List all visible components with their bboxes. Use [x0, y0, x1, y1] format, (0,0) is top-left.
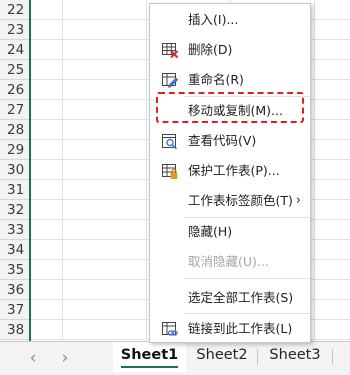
menu-separator — [184, 313, 310, 314]
row-header-24[interactable]: 24 — [0, 40, 31, 60]
menu-item-hide-label: 隐藏(H) — [188, 224, 233, 239]
menu-item-delete[interactable]: 删除(D) — [150, 36, 310, 64]
menu-item-link-to-sheet[interactable]: 链接到此工作表(L) — [150, 315, 310, 343]
tab-sheet3[interactable]: Sheet3 — [260, 342, 330, 372]
row-header-25[interactable]: 25 — [0, 60, 31, 80]
row-header-26[interactable]: 26 — [0, 80, 31, 100]
next-sheet-arrow-icon[interactable]: › — [55, 348, 75, 368]
row-header-23[interactable]: 23 — [0, 20, 31, 40]
menu-item-protect-sheet[interactable]: 保护工作表(P)... — [150, 157, 310, 185]
row-header-35[interactable]: 35 — [0, 260, 31, 280]
menu-item-unhide-label: 取消隐藏(U)... — [188, 254, 269, 269]
tab-sheet1-label: Sheet1 — [120, 347, 179, 363]
menu-item-select-all-sheets-label: 选定全部工作表(S) — [188, 290, 294, 305]
tab-sheet2[interactable]: Sheet2 — [188, 342, 256, 372]
delete-sheet-icon — [161, 41, 179, 59]
menu-item-rename[interactable]: 重命名(R) — [150, 66, 310, 94]
active-tab-underline — [121, 366, 178, 368]
menu-item-link-to-sheet-label: 链接到此工作表(L) — [188, 321, 293, 336]
menu-item-select-all-sheets[interactable]: 选定全部工作表(S) — [150, 284, 310, 312]
row-header-22[interactable]: 22 — [0, 0, 31, 20]
row-header-37[interactable]: 37 — [0, 300, 31, 320]
tab-separator — [257, 349, 258, 365]
row-header-32[interactable]: 32 — [0, 200, 31, 220]
menu-separator — [184, 278, 310, 279]
row-header-36[interactable]: 36 — [0, 280, 31, 300]
submenu-chevron-icon: › — [295, 193, 301, 208]
sheet-tab-context-menu: 插入(I)... 删除(D) 重命名(R) 移动或复制(M)... 查看代码(V… — [149, 3, 311, 343]
tab-sheet2-label: Sheet2 — [196, 347, 248, 363]
row-header-30[interactable]: 30 — [0, 160, 31, 180]
menu-item-delete-label: 删除(D) — [188, 42, 233, 57]
menu-item-unhide: 取消隐藏(U)... — [150, 248, 310, 276]
tab-sheet1[interactable]: Sheet1 — [113, 342, 186, 372]
menu-item-insert[interactable]: 插入(I)... — [150, 6, 310, 34]
tab-sheet3-label: Sheet3 — [269, 347, 321, 363]
protect-sheet-icon — [161, 162, 179, 180]
menu-item-protect-sheet-label: 保护工作表(P)... — [188, 163, 280, 178]
row-header-28[interactable]: 28 — [0, 120, 31, 140]
selection-edge — [29, 0, 31, 341]
view-code-icon — [161, 132, 179, 150]
menu-item-view-code[interactable]: 查看代码(V) — [150, 127, 310, 155]
menu-item-hide[interactable]: 隐藏(H) — [150, 218, 310, 246]
menu-item-rename-label: 重命名(R) — [188, 72, 244, 87]
prev-sheet-arrow-icon[interactable]: ‹ — [23, 348, 43, 368]
menu-item-view-code-label: 查看代码(V) — [188, 133, 257, 148]
row-header-33[interactable]: 33 — [0, 220, 31, 240]
tab-separator — [332, 349, 333, 365]
row-header-29[interactable]: 29 — [0, 140, 31, 160]
row-header-34[interactable]: 34 — [0, 240, 31, 260]
link-to-sheet-icon — [161, 320, 179, 338]
menu-item-tab-color[interactable]: 工作表标签颜色(T) › — [150, 187, 310, 215]
row-header-38[interactable]: 38 — [0, 320, 31, 340]
rename-sheet-icon — [161, 71, 179, 89]
highlight-annotation-box — [156, 92, 304, 123]
row-header-31[interactable]: 31 — [0, 180, 31, 200]
menu-item-tab-color-label: 工作表标签颜色(T) — [188, 193, 293, 208]
sheet-tab-bar: ‹ › Sheet1 Sheet2 Sheet3 — [0, 341, 350, 375]
menu-item-insert-label: 插入(I)... — [188, 12, 239, 27]
row-header-27[interactable]: 27 — [0, 100, 31, 120]
